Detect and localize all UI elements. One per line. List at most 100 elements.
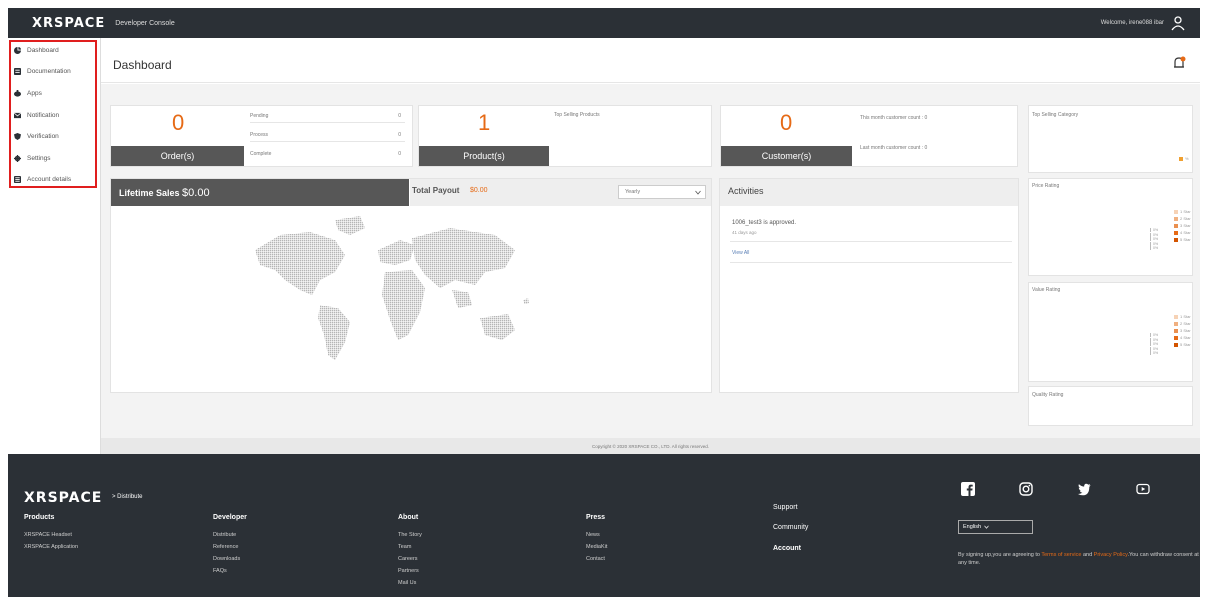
privacy-link[interactable]: Privacy Policy <box>1094 552 1128 558</box>
row-name: Complete <box>250 151 272 157</box>
rating-percent: 0% <box>1150 333 1158 337</box>
top-category-title: Top Selling Category <box>1032 112 1079 118</box>
consent-text: By signing up,you are agreeing to Terms … <box>958 551 1207 567</box>
shield-icon <box>14 132 21 140</box>
footer-distribute[interactable]: > Distribute <box>112 494 143 500</box>
legend-item: 4 Star <box>1174 335 1191 340</box>
legend-label: 3 Star <box>1180 223 1191 228</box>
rating-percent: 0% <box>1150 237 1158 241</box>
rating-percent: 0% <box>1150 246 1158 250</box>
footer-link[interactable]: Contact <box>586 556 605 562</box>
row-value: 0 <box>398 151 401 157</box>
legend-item: 4 Star <box>1174 230 1191 235</box>
activities-card <box>719 178 1019 393</box>
orders-count: 0 <box>172 110 185 135</box>
sidebar-item-apps[interactable]: Apps <box>14 85 42 101</box>
legend-item: 3 Star <box>1174 223 1191 228</box>
customers-count: 0 <box>780 110 793 135</box>
orders-row-pending: Pending 0 <box>250 113 405 123</box>
legend-swatch <box>1174 230 1178 235</box>
footer-link[interactable]: The Story <box>398 532 422 538</box>
rating-percent: 0% <box>1150 241 1158 246</box>
legend-item: 1 Star <box>1174 209 1191 214</box>
legend-swatch <box>1174 209 1178 214</box>
legend-swatch <box>1174 216 1178 221</box>
products-label[interactable]: Product(s) <box>419 146 549 166</box>
orders-label[interactable]: Order(s) <box>111 146 244 166</box>
legend-swatch <box>1174 321 1178 326</box>
products-count: 1 <box>478 110 491 135</box>
xrspace-logo[interactable]: XRSPACE <box>32 16 105 31</box>
sidebar-item-settings[interactable]: Settings <box>14 150 51 166</box>
orders-row-complete: Complete 0 <box>250 151 405 161</box>
sidebar-item-label: Apps <box>27 89 42 97</box>
footer-logo[interactable]: XRSPACE <box>24 490 102 506</box>
footer-link[interactable]: Downloads <box>213 556 240 562</box>
footer-support-link[interactable]: Support <box>773 504 798 511</box>
legend-swatch <box>1174 314 1178 319</box>
customers-label[interactable]: Customer(s) <box>721 146 852 166</box>
activity-item[interactable]: 1006_test3 is approved. <box>732 220 796 226</box>
lifetime-sales-label: Lifetime Sales <box>119 187 180 198</box>
quality-rating-title: Quality Rating <box>1032 392 1064 398</box>
value-rating-card <box>1028 282 1193 382</box>
row-value: 0 <box>398 132 401 138</box>
footer-link[interactable]: Careers <box>398 556 418 562</box>
language-value: English <box>963 524 982 530</box>
consent-pre: By signing up,you are agreeing to <box>958 552 1042 558</box>
footer-link[interactable]: Mail Us <box>398 580 416 586</box>
period-select[interactable]: Yearly <box>618 185 706 199</box>
row-value: 0 <box>398 113 401 119</box>
sidebar-item-documentation[interactable]: Documentation <box>14 63 71 79</box>
footer-link[interactable]: News <box>586 532 600 538</box>
facebook-icon[interactable] <box>961 482 975 496</box>
footer-link[interactable]: Team <box>398 544 411 550</box>
mail-icon <box>14 112 21 118</box>
gear-icon <box>14 154 21 162</box>
rating-percent: 0% <box>1150 351 1158 355</box>
instagram-icon[interactable] <box>1019 482 1033 496</box>
bell-icon[interactable] <box>1172 56 1186 70</box>
sidebar-item-verification[interactable]: Verification <box>14 128 59 144</box>
lifetime-sales-value: $0.00 <box>182 186 210 199</box>
language-select[interactable]: English <box>958 520 1033 534</box>
price-rating-card <box>1028 178 1193 276</box>
footer-products-heading: Products <box>24 514 55 521</box>
rating-percent: 0% <box>1150 232 1158 237</box>
footer-link[interactable]: MediaKit <box>586 544 607 550</box>
terms-link[interactable]: Terms of service <box>1041 552 1081 558</box>
footer-link[interactable]: Partners <box>398 568 419 574</box>
view-all-link[interactable]: View All <box>732 250 749 256</box>
rating-percent: 0% <box>1150 342 1158 346</box>
user-icon[interactable] <box>1170 15 1186 31</box>
sidebar-item-account-details[interactable]: Account details <box>14 171 71 187</box>
value-rating-title: Value Rating <box>1032 287 1061 293</box>
page: XRSPACE Developer Console Welcome, irene… <box>0 0 1207 597</box>
price-rating-title: Price Rating <box>1032 183 1060 189</box>
period-value: Yearly <box>625 189 641 195</box>
footer-link[interactable]: XRSPACE Application <box>24 544 78 550</box>
account-icon <box>14 175 21 183</box>
footer-account-link[interactable]: Account <box>773 545 801 552</box>
legend-swatch <box>1174 223 1178 228</box>
footer-link[interactable]: Reference <box>213 544 238 550</box>
sidebar-item-notification[interactable]: Notification <box>14 107 59 123</box>
sidebar-item-dashboard[interactable]: Dashboard <box>14 42 59 58</box>
legend-label: 4 Star <box>1180 335 1191 340</box>
legend-label: 4 Star <box>1180 230 1191 235</box>
youtube-icon[interactable] <box>1136 482 1150 496</box>
legend-item: 2 Star <box>1174 321 1191 326</box>
footer-community-link[interactable]: Community <box>773 524 808 531</box>
chevron-down-icon <box>695 190 701 195</box>
legend-swatch <box>1174 328 1178 333</box>
footer-link[interactable]: Distribute <box>213 532 236 538</box>
footer-link[interactable]: FAQs <box>213 568 227 574</box>
top-selling-products-link[interactable]: Top Selling Products <box>554 112 600 118</box>
sidebar-item-label: Verification <box>27 132 59 140</box>
row-name: Process <box>250 132 269 138</box>
twitter-icon[interactable] <box>1077 482 1091 496</box>
legend-label: 5 Star <box>1180 237 1191 242</box>
activity-divider <box>730 262 1012 263</box>
legend-item: 2 Star <box>1174 216 1191 221</box>
footer-link[interactable]: XRSPACE Headset <box>24 532 72 538</box>
